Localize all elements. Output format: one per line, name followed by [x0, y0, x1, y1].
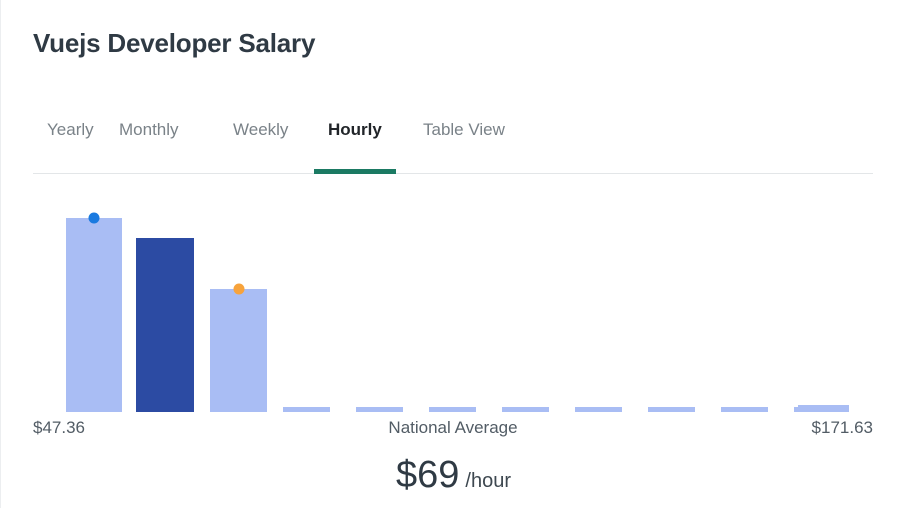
tab-active-indicator [314, 169, 396, 174]
chart-bar-slot [66, 196, 122, 412]
chart-bar-slot [356, 196, 403, 412]
chart-bar[interactable] [502, 407, 549, 412]
chart-bar[interactable] [210, 289, 267, 412]
axis-national-average-label: National Average [388, 418, 518, 437]
axis-max-label: $171.63 [811, 418, 873, 437]
summary-value: $69/hour [1, 452, 905, 504]
tab-label: Table View [423, 120, 505, 139]
chart-bar-slot [575, 196, 622, 412]
tab-label: Yearly [47, 120, 94, 139]
salary-card: Vuejs Developer Salary Yearly Monthly Week… [0, 0, 905, 508]
chart-bar[interactable] [798, 405, 849, 412]
chart-bar[interactable] [648, 407, 695, 412]
chart-bar-slot [648, 196, 695, 412]
tab-label: Weekly [233, 120, 289, 139]
tab-weekly[interactable]: Weekly [219, 108, 302, 174]
tab-monthly[interactable]: Monthly [105, 108, 193, 174]
chart-bar-slot [136, 196, 194, 412]
tab-bar: Yearly Monthly Weekly Hourly Table View [33, 108, 873, 176]
page-title: Vuejs Developer Salary [33, 28, 316, 58]
chart-marker-orange-icon [233, 283, 244, 295]
chart-bar[interactable] [429, 407, 476, 412]
chart-bar-slot [502, 196, 549, 412]
chart-plot-area [33, 196, 873, 412]
summary-unit: /hour [465, 470, 511, 492]
chart-bar[interactable] [575, 407, 622, 412]
salary-distribution-chart [33, 196, 873, 412]
chart-bar-slot [429, 196, 476, 412]
chart-bar[interactable] [283, 407, 330, 412]
chart-bar-slot [798, 196, 849, 412]
summary-amount: $69 [396, 454, 460, 496]
tab-label: Hourly [328, 120, 382, 139]
chart-bar-slot [721, 196, 768, 412]
chart-bar-slot [210, 196, 267, 412]
tab-label: Monthly [119, 120, 179, 139]
chart-bar[interactable] [356, 407, 403, 412]
tab-table[interactable]: Table View [409, 108, 519, 174]
axis-min-label: $47.36 [33, 418, 85, 437]
chart-bar-slot [283, 196, 330, 412]
chart-marker-blue-icon [88, 212, 100, 224]
chart-bar[interactable] [721, 407, 768, 412]
tab-yearly[interactable]: Yearly [33, 108, 108, 174]
chart-bar[interactable] [66, 218, 122, 412]
chart-axis-labels: $47.36 National Average $171.63 [33, 416, 873, 442]
chart-bar[interactable] [136, 238, 194, 412]
tab-hourly[interactable]: Hourly [314, 108, 396, 174]
